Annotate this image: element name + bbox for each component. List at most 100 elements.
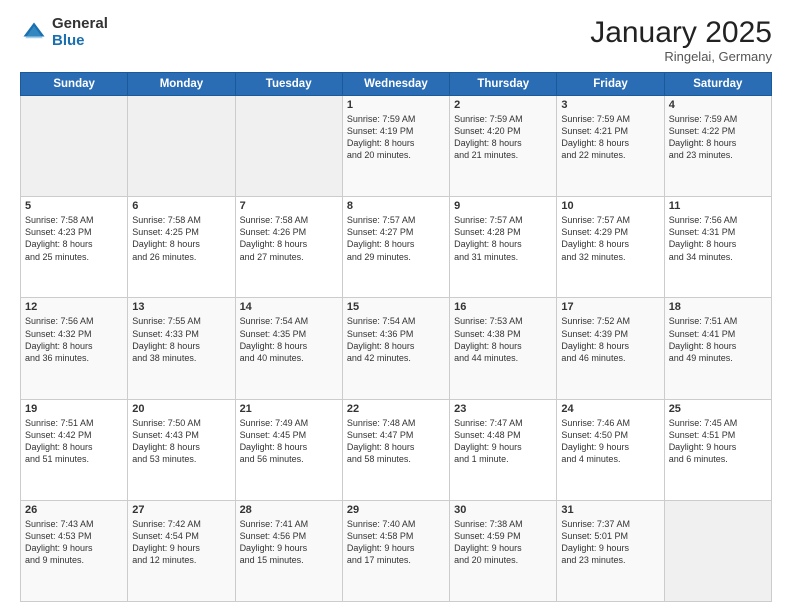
week-row-4: 19 Sunrise: 7:51 AM Sunset: 4:42 PM Dayli… (21, 399, 772, 500)
calendar-cell: 15 Sunrise: 7:54 AM Sunset: 4:36 PM Dayli… (342, 298, 449, 399)
weekday-header-thursday: Thursday (450, 73, 557, 96)
calendar-cell: 31 Sunrise: 7:37 AM Sunset: 5:01 PM Dayli… (557, 500, 664, 601)
calendar-cell: 27 Sunrise: 7:42 AM Sunset: 4:54 PM Dayli… (128, 500, 235, 601)
day-number: 22 (347, 403, 445, 415)
title-block: January 2025 Ringelai, Germany (590, 16, 772, 64)
calendar-cell: 14 Sunrise: 7:54 AM Sunset: 4:35 PM Dayli… (235, 298, 342, 399)
day-number: 25 (669, 403, 767, 415)
day-info: Sunrise: 7:55 AM Sunset: 4:33 PM Dayligh… (132, 315, 230, 364)
calendar-cell: 28 Sunrise: 7:41 AM Sunset: 4:56 PM Dayli… (235, 500, 342, 601)
day-info: Sunrise: 7:52 AM Sunset: 4:39 PM Dayligh… (561, 315, 659, 364)
calendar-cell: 4 Sunrise: 7:59 AM Sunset: 4:22 PM Daylig… (664, 96, 771, 197)
day-info: Sunrise: 7:46 AM Sunset: 4:50 PM Dayligh… (561, 417, 659, 466)
day-info: Sunrise: 7:58 AM Sunset: 4:25 PM Dayligh… (132, 214, 230, 263)
day-info: Sunrise: 7:59 AM Sunset: 4:21 PM Dayligh… (561, 113, 659, 162)
weekday-header-tuesday: Tuesday (235, 73, 342, 96)
calendar-cell (235, 96, 342, 197)
logo: General Blue (20, 16, 108, 49)
calendar-cell: 10 Sunrise: 7:57 AM Sunset: 4:29 PM Dayli… (557, 197, 664, 298)
day-number: 14 (240, 301, 338, 313)
logo-icon (20, 19, 48, 47)
day-info: Sunrise: 7:40 AM Sunset: 4:58 PM Dayligh… (347, 518, 445, 567)
calendar-cell: 25 Sunrise: 7:45 AM Sunset: 4:51 PM Dayli… (664, 399, 771, 500)
day-number: 4 (669, 99, 767, 111)
day-info: Sunrise: 7:54 AM Sunset: 4:36 PM Dayligh… (347, 315, 445, 364)
week-row-5: 26 Sunrise: 7:43 AM Sunset: 4:53 PM Dayli… (21, 500, 772, 601)
day-number: 18 (669, 301, 767, 313)
calendar-cell: 17 Sunrise: 7:52 AM Sunset: 4:39 PM Dayli… (557, 298, 664, 399)
calendar-cell: 26 Sunrise: 7:43 AM Sunset: 4:53 PM Dayli… (21, 500, 128, 601)
day-info: Sunrise: 7:41 AM Sunset: 4:56 PM Dayligh… (240, 518, 338, 567)
day-number: 7 (240, 200, 338, 212)
week-row-3: 12 Sunrise: 7:56 AM Sunset: 4:32 PM Dayli… (21, 298, 772, 399)
day-info: Sunrise: 7:38 AM Sunset: 4:59 PM Dayligh… (454, 518, 552, 567)
day-info: Sunrise: 7:53 AM Sunset: 4:38 PM Dayligh… (454, 315, 552, 364)
calendar-cell: 21 Sunrise: 7:49 AM Sunset: 4:45 PM Dayli… (235, 399, 342, 500)
day-info: Sunrise: 7:42 AM Sunset: 4:54 PM Dayligh… (132, 518, 230, 567)
day-info: Sunrise: 7:49 AM Sunset: 4:45 PM Dayligh… (240, 417, 338, 466)
calendar-cell: 20Sunrise: 7:50 AM Sunset: 4:43 PM Dayli… (128, 399, 235, 500)
day-info: Sunrise: 7:58 AM Sunset: 4:26 PM Dayligh… (240, 214, 338, 263)
day-info: Sunrise: 7:43 AM Sunset: 4:53 PM Dayligh… (25, 518, 123, 567)
day-number: 6 (132, 200, 230, 212)
calendar-cell: 30 Sunrise: 7:38 AM Sunset: 4:59 PM Dayli… (450, 500, 557, 601)
day-number: 3 (561, 99, 659, 111)
calendar-cell: 11 Sunrise: 7:56 AM Sunset: 4:31 PM Dayli… (664, 197, 771, 298)
calendar-cell: 24 Sunrise: 7:46 AM Sunset: 4:50 PM Dayli… (557, 399, 664, 500)
calendar-cell: 29 Sunrise: 7:40 AM Sunset: 4:58 PM Dayli… (342, 500, 449, 601)
day-number: 17 (561, 301, 659, 313)
calendar-cell: 16Sunrise: 7:53 AM Sunset: 4:38 PM Dayli… (450, 298, 557, 399)
day-info: Sunrise: 7:57 AM Sunset: 4:27 PM Dayligh… (347, 214, 445, 263)
header: General Blue January 2025 Ringelai, Germ… (20, 16, 772, 64)
day-info: Sunrise: 7:51 AM Sunset: 4:42 PM Dayligh… (25, 417, 123, 466)
day-info: Sunrise: 7:45 AM Sunset: 4:51 PM Dayligh… (669, 417, 767, 466)
day-info: Sunrise: 7:54 AM Sunset: 4:35 PM Dayligh… (240, 315, 338, 364)
day-number: 30 (454, 504, 552, 516)
day-number: 26 (25, 504, 123, 516)
day-number: 10 (561, 200, 659, 212)
day-number: 20 (132, 403, 230, 415)
month-title: January 2025 (590, 16, 772, 49)
weekday-header-sunday: Sunday (21, 73, 128, 96)
calendar-cell (21, 96, 128, 197)
week-row-2: 5Sunrise: 7:58 AM Sunset: 4:23 PM Daylig… (21, 197, 772, 298)
calendar-cell: 6 Sunrise: 7:58 AM Sunset: 4:25 PM Daylig… (128, 197, 235, 298)
calendar-table: SundayMondayTuesdayWednesdayThursdayFrid… (20, 72, 772, 602)
day-info: Sunrise: 7:57 AM Sunset: 4:29 PM Dayligh… (561, 214, 659, 263)
day-number: 21 (240, 403, 338, 415)
calendar-cell: 3 Sunrise: 7:59 AM Sunset: 4:21 PM Daylig… (557, 96, 664, 197)
calendar-cell: 9 Sunrise: 7:57 AM Sunset: 4:28 PM Daylig… (450, 197, 557, 298)
day-number: 28 (240, 504, 338, 516)
day-number: 11 (669, 200, 767, 212)
weekday-header-friday: Friday (557, 73, 664, 96)
day-number: 9 (454, 200, 552, 212)
day-number: 5 (25, 200, 123, 212)
calendar-cell (128, 96, 235, 197)
day-number: 19 (25, 403, 123, 415)
day-number: 27 (132, 504, 230, 516)
calendar-cell: 18Sunrise: 7:51 AM Sunset: 4:41 PM Dayli… (664, 298, 771, 399)
day-number: 29 (347, 504, 445, 516)
day-number: 31 (561, 504, 659, 516)
day-info: Sunrise: 7:56 AM Sunset: 4:31 PM Dayligh… (669, 214, 767, 263)
logo-blue-text: Blue (52, 33, 108, 50)
day-number: 24 (561, 403, 659, 415)
day-info: Sunrise: 7:56 AM Sunset: 4:32 PM Dayligh… (25, 315, 123, 364)
day-info: Sunrise: 7:47 AM Sunset: 4:48 PM Dayligh… (454, 417, 552, 466)
logo-general-text: General (52, 16, 108, 33)
calendar-cell: 5Sunrise: 7:58 AM Sunset: 4:23 PM Daylig… (21, 197, 128, 298)
location: Ringelai, Germany (590, 49, 772, 64)
day-number: 1 (347, 99, 445, 111)
day-number: 12 (25, 301, 123, 313)
page: General Blue January 2025 Ringelai, Germ… (0, 0, 792, 612)
day-number: 15 (347, 301, 445, 313)
calendar-cell: 7 Sunrise: 7:58 AM Sunset: 4:26 PM Daylig… (235, 197, 342, 298)
weekday-header-monday: Monday (128, 73, 235, 96)
calendar-cell: 19 Sunrise: 7:51 AM Sunset: 4:42 PM Dayli… (21, 399, 128, 500)
weekday-header-wednesday: Wednesday (342, 73, 449, 96)
day-info: Sunrise: 7:48 AM Sunset: 4:47 PM Dayligh… (347, 417, 445, 466)
day-info: Sunrise: 7:37 AM Sunset: 5:01 PM Dayligh… (561, 518, 659, 567)
day-info: Sunrise: 7:57 AM Sunset: 4:28 PM Dayligh… (454, 214, 552, 263)
day-info: Sunrise: 7:59 AM Sunset: 4:22 PM Dayligh… (669, 113, 767, 162)
calendar-cell: 23Sunrise: 7:47 AM Sunset: 4:48 PM Dayli… (450, 399, 557, 500)
